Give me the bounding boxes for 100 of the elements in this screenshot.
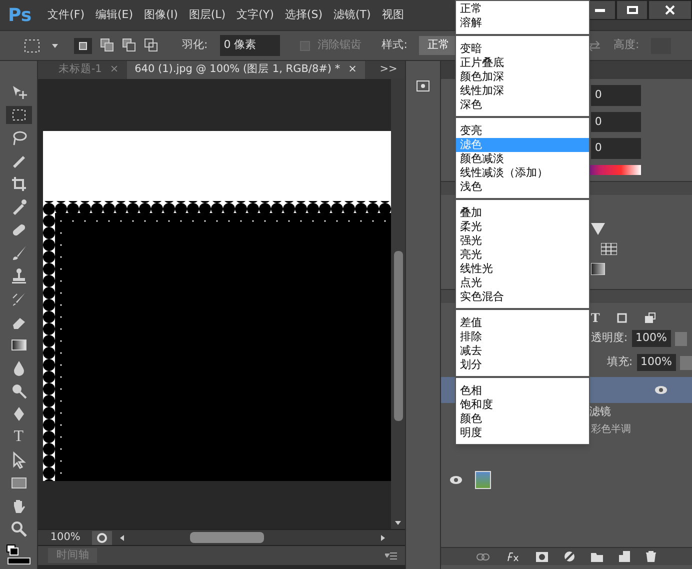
caret-icon[interactable]	[52, 44, 58, 48]
fill-field[interactable]: 100%	[636, 354, 676, 371]
tool-button[interactable]: T	[6, 428, 32, 446]
subtract-selection-icon[interactable]	[122, 38, 136, 52]
effects-label: 滤镜	[588, 404, 611, 420]
layer-thumbnail	[474, 470, 491, 488]
scroll-down-icon	[395, 521, 402, 525]
adjustment-icon[interactable]	[564, 551, 576, 562]
scrollbar-thumb[interactable]	[394, 251, 403, 421]
marquee-icon[interactable]	[24, 38, 40, 52]
menu-option[interactable]: 饱和度	[456, 398, 589, 412]
menu-option[interactable]: 颜色减淡	[456, 152, 589, 166]
filter-name: 彩色半调	[590, 422, 631, 436]
menu-item[interactable]: 选择(S)	[284, 6, 322, 24]
swap-arrows-icon[interactable]	[587, 40, 602, 50]
menu-item[interactable]: 滤镜(T)	[334, 6, 371, 24]
menu-option[interactable]: 实色混合	[456, 290, 589, 304]
type-tool-glyph: T	[14, 429, 24, 445]
menu-option[interactable]: 颜色加深	[456, 70, 589, 84]
height-label: 高度:	[613, 37, 640, 54]
menu-option[interactable]: 深色	[456, 98, 589, 112]
maximize-button[interactable]	[616, 0, 648, 20]
new-selection-icon[interactable]	[74, 38, 92, 54]
text-filter-glyph[interactable]: T	[590, 308, 600, 326]
menu-option[interactable]: 点光	[456, 276, 589, 290]
feather-field[interactable]: 0 像素	[220, 35, 280, 56]
menu-option[interactable]: 线性减淡（添加）	[456, 166, 589, 180]
intersect-selection-icon[interactable]	[144, 38, 158, 52]
shape-filter-icon[interactable]	[616, 312, 628, 324]
value-field[interactable]: 0	[590, 138, 641, 158]
crop-icon	[10, 175, 28, 193]
menu-option[interactable]: 明度	[456, 426, 589, 440]
trash-icon[interactable]	[646, 551, 656, 562]
antialias-label: 消除锯齿	[318, 37, 362, 54]
menu-option[interactable]: 叠加	[456, 206, 589, 220]
menu-option[interactable]: 柔光	[456, 220, 589, 234]
mask-icon[interactable]	[536, 552, 548, 562]
fill-label: 填充:	[606, 354, 633, 370]
menu-option[interactable]: 溶解	[456, 16, 589, 30]
smart-object-filter-icon[interactable]	[644, 312, 656, 324]
menu-item[interactable]: 编辑(E)	[96, 6, 134, 24]
value-field[interactable]: 0	[590, 85, 641, 106]
menu-option[interactable]: 划分	[456, 358, 589, 372]
stamp-icon	[10, 267, 28, 285]
close-icon	[665, 5, 675, 15]
menu-item[interactable]: 图像(I)	[144, 6, 178, 24]
menu-option[interactable]: 差值	[456, 316, 589, 330]
antialias-checkbox[interactable]	[300, 40, 310, 50]
vertical-scrollbar[interactable]	[391, 79, 406, 529]
menu-option[interactable]: 颜色	[456, 412, 589, 426]
tab-close[interactable]: ×	[348, 62, 357, 78]
style-label: 样式:	[382, 37, 408, 54]
scroll-right-icon[interactable]	[381, 534, 386, 540]
panel-menu-icon[interactable]	[385, 552, 398, 560]
close-button[interactable]	[648, 0, 692, 20]
link-icon[interactable]	[476, 552, 490, 560]
eye-icon[interactable]	[448, 474, 463, 484]
menu-item[interactable]: 图层(L)	[188, 6, 226, 24]
menu-item[interactable]: 文件(F)	[48, 6, 85, 24]
value-field[interactable]: 0	[590, 112, 641, 132]
tab-title: 未标题-1	[58, 62, 102, 78]
menu-option[interactable]: 强光	[456, 234, 589, 248]
menu-option[interactable]: 变暗	[456, 42, 589, 56]
zoom-level[interactable]: 100%	[38, 530, 92, 546]
menu-option[interactable]: 正片叠底	[456, 56, 589, 70]
opacity-field[interactable]: 100%	[632, 330, 671, 347]
grid-icon[interactable]	[600, 242, 617, 254]
menu-option[interactable]: 正常	[456, 2, 589, 16]
status-menu-icon[interactable]	[92, 530, 112, 544]
style-dropdown[interactable]: 正常	[419, 36, 458, 55]
gradient-swatch-icon[interactable]	[590, 262, 605, 274]
menu-option[interactable]: 浅色	[456, 180, 589, 194]
eye-icon[interactable]	[654, 384, 668, 394]
feather-label: 羽化:	[182, 37, 208, 54]
folder-icon[interactable]	[591, 552, 604, 562]
menu-option[interactable]: 色相	[456, 384, 589, 398]
scroll-left-icon[interactable]	[120, 534, 124, 540]
horizontal-scrollbar-thumb[interactable]	[190, 532, 264, 543]
menu-option[interactable]: 变亮	[456, 124, 589, 138]
menu-option[interactable]: 排除	[456, 330, 589, 344]
zoom-icon	[10, 520, 28, 538]
new-layer-icon[interactable]	[619, 551, 630, 562]
fx-icon[interactable]	[506, 552, 520, 562]
tab-title: 640 (1).jpg @ 100% (图层 1, RGB/8#) *	[134, 62, 340, 78]
menu-option[interactable]: 减去	[456, 344, 589, 358]
menu-item[interactable]: 文字(Y)	[236, 6, 274, 24]
history-panel-icon[interactable]	[415, 79, 432, 93]
add-selection-icon[interactable]	[100, 38, 114, 52]
app-logo: Ps	[8, 4, 32, 28]
document-tab[interactable]: 640 (1).jpg @ 100% (图层 1, RGB/8#) * ×	[126, 61, 365, 79]
color-swatches-icon[interactable]	[4, 543, 33, 565]
menu-option[interactable]: 线性光	[456, 262, 589, 276]
magnifier-tool-icon	[10, 382, 28, 400]
menu-option[interactable]: 线性加深	[456, 84, 589, 98]
menu-item[interactable]: 视图	[382, 6, 404, 24]
tool-button[interactable]	[6, 106, 32, 124]
menu-option[interactable]: 亮光	[456, 248, 589, 262]
opacity-label: 透明度:	[590, 330, 628, 346]
tab-overflow-button[interactable]: >>	[380, 62, 398, 78]
triangle-icon[interactable]	[590, 222, 605, 234]
